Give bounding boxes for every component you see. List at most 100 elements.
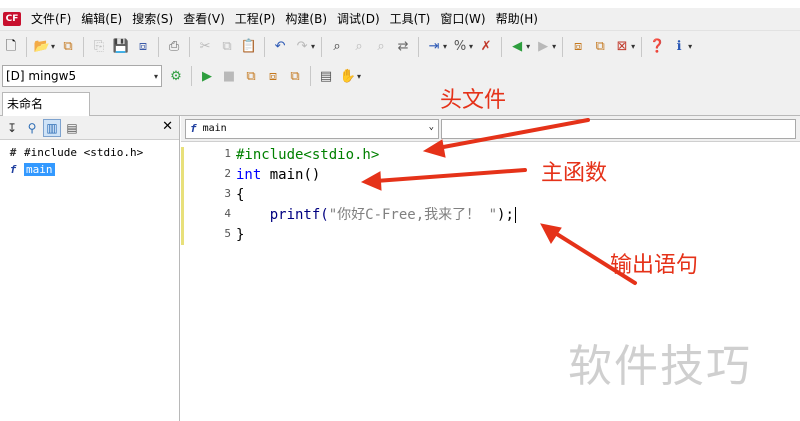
- forward-dropdown-icon[interactable]: ▾: [552, 42, 556, 51]
- open-project-icon[interactable]: ⧉: [58, 37, 78, 57]
- paste-icon[interactable]: 📋: [239, 37, 259, 57]
- cut-icon[interactable]: ✂: [195, 37, 215, 57]
- toolbar-separator: [158, 36, 160, 57]
- tree-item-include[interactable]: # #include <stdio.h>: [6, 144, 179, 161]
- code-line-2: int main(): [236, 165, 320, 185]
- rebuild-icon[interactable]: ⧉: [285, 66, 305, 86]
- tree-item-main[interactable]: f main: [6, 161, 179, 178]
- menu-debug[interactable]: 调试(D): [333, 9, 386, 29]
- redo-dropdown-icon[interactable]: ▾: [311, 42, 315, 51]
- find-prev-icon[interactable]: ⌕: [371, 37, 391, 57]
- sort-icon[interactable]: ↧: [3, 119, 21, 137]
- build-toolbar: [D] mingw5 ▾ ⚙ ▶ ■ ⧉ ⧈ ⧉ ▤ ✋ ▾: [0, 62, 800, 90]
- build-log-icon[interactable]: ▤: [316, 66, 336, 86]
- include-icon: #: [9, 146, 17, 159]
- build-icon[interactable]: ⧈: [263, 66, 283, 86]
- annotation-output-statement: 输出语句: [610, 253, 699, 278]
- run-icon[interactable]: ▶: [197, 66, 217, 86]
- bookmark-next-icon[interactable]: ⧉: [590, 37, 610, 57]
- nav-back-icon[interactable]: ◀: [507, 37, 527, 57]
- nav-forward-icon[interactable]: ▶: [533, 37, 553, 57]
- annotation-header-file: 头文件: [440, 88, 507, 113]
- back-dropdown-icon[interactable]: ▾: [526, 42, 530, 51]
- keyword-int: int: [236, 167, 262, 183]
- find-next-icon[interactable]: ⌕: [349, 37, 369, 57]
- toolbar-separator: [189, 36, 191, 57]
- copy-icon[interactable]: ⧉: [217, 37, 237, 57]
- replace-icon[interactable]: ⇄: [393, 37, 413, 57]
- print-icon[interactable]: ⎙: [164, 37, 184, 57]
- close-icon[interactable]: ✕: [162, 119, 173, 134]
- class-view-icon[interactable]: ▥: [43, 118, 61, 137]
- save-all-icon[interactable]: ⧈: [133, 37, 153, 57]
- bookmark-dropdown-icon[interactable]: ▾: [631, 42, 635, 51]
- redo-icon[interactable]: ↷: [292, 37, 312, 57]
- code-line-5: }: [236, 227, 245, 243]
- save-icon[interactable]: 💾: [111, 37, 131, 57]
- undo-icon[interactable]: ↶: [270, 37, 290, 57]
- symbol-tree: # #include <stdio.h> f main: [0, 140, 179, 178]
- menu-window[interactable]: 窗口(W): [436, 9, 491, 29]
- annotation-main-function: 主函数: [541, 161, 608, 186]
- code-line-4: printf("你好C-Free,我来了！ ");: [236, 205, 516, 225]
- line-gutter: 1 2 3 4 5: [181, 143, 233, 421]
- find-icon[interactable]: ⌕: [327, 37, 347, 57]
- menu-view[interactable]: 查看(V): [179, 9, 231, 29]
- panel-toolbar: ↧ ⚲ ▥ ▤ ✕: [0, 116, 179, 140]
- tree-item-label: main: [24, 163, 55, 176]
- string-literal: "你好C-Free,我来了！ ": [328, 207, 498, 223]
- function-bar: f main ⌄: [181, 116, 800, 142]
- menu-project[interactable]: 工程(P): [231, 9, 282, 29]
- menu-tools[interactable]: 工具(T): [386, 9, 437, 29]
- function-icon: f: [9, 163, 17, 176]
- chevron-down-icon: ⌄: [428, 121, 434, 132]
- toolbar-separator: [641, 36, 643, 57]
- tree-item-label: #include <stdio.h>: [24, 146, 144, 159]
- line-number: 2: [224, 167, 231, 180]
- debug-hand-icon[interactable]: ✋: [338, 66, 358, 86]
- function-call: printf(: [236, 207, 329, 223]
- bookmark-icon[interactable]: ⧈: [568, 37, 588, 57]
- indent-dropdown-icon[interactable]: ▾: [443, 42, 447, 51]
- comment-icon[interactable]: %: [450, 37, 470, 57]
- line-number: 3: [224, 187, 231, 200]
- code-text: );: [497, 207, 514, 223]
- toolbar-separator: [321, 36, 323, 57]
- compiler-select[interactable]: [D] mingw5 ▾: [2, 65, 162, 87]
- info-dropdown-icon[interactable]: ▾: [688, 42, 692, 51]
- new-file-icon[interactable]: 🗋: [1, 37, 21, 57]
- menu-help[interactable]: 帮助(H): [492, 9, 544, 29]
- indent-icon[interactable]: ⇥: [424, 37, 444, 57]
- debug-dropdown-icon[interactable]: ▾: [357, 72, 361, 81]
- file-view-icon[interactable]: ▤: [63, 119, 81, 137]
- menu-build[interactable]: 构建(B): [281, 9, 333, 29]
- menu-bar: CF 文件(F) 编辑(E) 搜索(S) 查看(V) 工程(P) 构建(B) 调…: [0, 8, 800, 30]
- help-icon[interactable]: ❓: [647, 37, 667, 57]
- bookmark-clear-icon[interactable]: ⊠: [612, 37, 632, 57]
- open-dropdown-icon[interactable]: ▾: [51, 42, 55, 51]
- compile-icon[interactable]: ⧉: [241, 66, 261, 86]
- member-select[interactable]: [441, 118, 796, 139]
- function-select-value: main: [202, 123, 227, 134]
- uncomment-icon[interactable]: ✗: [476, 37, 496, 57]
- open-folder-icon[interactable]: 📂: [32, 37, 52, 57]
- toolbar-separator: [562, 36, 564, 57]
- text-caret: [514, 207, 516, 223]
- editor-tab-strip: 未命名76.cpp*: [0, 90, 800, 133]
- main-toolbar: 🗋 📂 ▾ ⧉ ⎘ 💾 ⧈ ⎙ ✂ ⧉ 📋 ↶ ↷ ▾ ⌕ ⌕ ⌕ ⇄ ⇥ ▾ % ▾ …: [0, 30, 800, 62]
- toolbar-separator: [26, 36, 27, 57]
- filter-icon[interactable]: ⚲: [23, 119, 41, 137]
- menu-search[interactable]: 搜索(S): [128, 9, 179, 29]
- stop-icon[interactable]: ■: [219, 66, 239, 86]
- compiler-settings-icon[interactable]: ⚙: [166, 66, 186, 86]
- function-select[interactable]: f main ⌄: [185, 118, 439, 139]
- info-icon[interactable]: ℹ: [669, 37, 689, 57]
- close-file-icon[interactable]: ⎘: [89, 37, 109, 57]
- menu-file[interactable]: 文件(F): [27, 9, 77, 29]
- toolbar-separator: [83, 36, 85, 57]
- class-view-panel: ↧ ⚲ ▥ ▤ ✕ # #include <stdio.h> f main: [0, 116, 180, 421]
- comment-dropdown-icon[interactable]: ▾: [469, 42, 473, 51]
- menu-edit[interactable]: 编辑(E): [77, 9, 128, 29]
- tab-untitled76[interactable]: 未命名76.cpp*: [2, 92, 90, 133]
- toolbar-separator: [264, 36, 266, 57]
